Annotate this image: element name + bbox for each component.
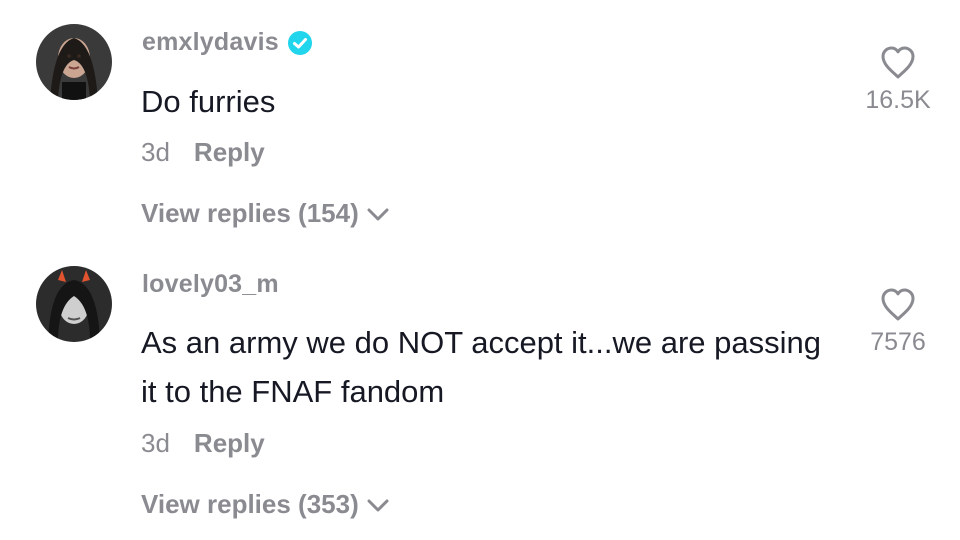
chevron-down-icon bbox=[367, 208, 389, 220]
view-replies-button[interactable]: View replies (353) bbox=[141, 489, 391, 520]
avatar[interactable] bbox=[36, 266, 112, 342]
comment-timestamp: 3d bbox=[141, 137, 170, 167]
view-replies-label: View replies (154) bbox=[141, 198, 359, 228]
avatar-image bbox=[36, 266, 112, 342]
comment-text: As an army we do NOT accept it...we are … bbox=[141, 325, 822, 409]
comment-item: lovely03_m As an army we do NOT accept i… bbox=[0, 250, 960, 540]
verified-badge-icon bbox=[287, 30, 312, 55]
view-replies-label: View replies (353) bbox=[141, 489, 359, 519]
comment-text: Do furries bbox=[141, 84, 276, 119]
view-replies-button[interactable]: View replies (154) bbox=[141, 198, 391, 229]
reply-button[interactable]: Reply bbox=[194, 137, 265, 168]
heart-icon[interactable] bbox=[879, 286, 917, 322]
chevron-down-icon bbox=[367, 499, 389, 511]
username[interactable]: lovely03_m bbox=[142, 270, 279, 299]
like-count: 7576 bbox=[870, 328, 926, 356]
avatar[interactable] bbox=[36, 24, 112, 100]
like-control: 16.5K bbox=[858, 44, 938, 115]
heart-icon[interactable] bbox=[879, 44, 917, 80]
like-control: 7576 bbox=[858, 286, 938, 357]
avatar-image bbox=[36, 24, 112, 100]
reply-button[interactable]: Reply bbox=[194, 428, 265, 459]
comment-item: emxlydavis Do furries 3d Reply View repl… bbox=[0, 0, 960, 250]
like-count: 16.5K bbox=[865, 86, 931, 114]
comment-timestamp: 3d bbox=[141, 428, 170, 458]
username[interactable]: emxlydavis bbox=[142, 28, 279, 57]
